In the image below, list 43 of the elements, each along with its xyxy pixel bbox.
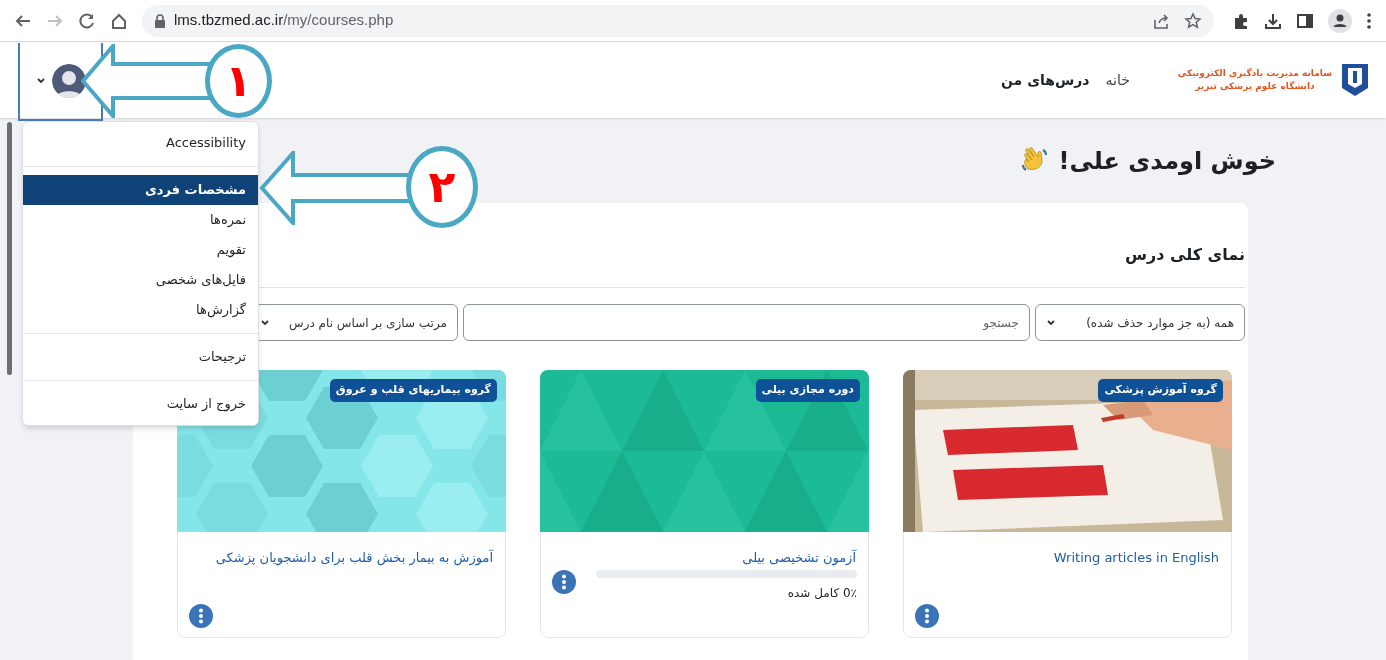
- menu-item[interactable]: نمره‌ها: [23, 205, 258, 235]
- menu-item[interactable]: مشخصات فردی: [23, 175, 258, 205]
- grouping-dropdown[interactable]: همه (به جز موارد حذف شده): [1035, 304, 1245, 341]
- nav-link[interactable]: درس‌های من: [1001, 69, 1090, 91]
- extensions-icon[interactable]: [1232, 11, 1250, 30]
- search-field[interactable]: جستجو: [463, 304, 1030, 341]
- course-title-link[interactable]: آزمون تشخیصی بیلی: [742, 548, 856, 568]
- reload-icon[interactable]: [78, 11, 96, 30]
- caret-icon: [35, 76, 46, 85]
- star-icon[interactable]: [1184, 11, 1202, 30]
- nav-link[interactable]: خانه: [1105, 69, 1130, 91]
- logo-text: دانشگاه علوم پزشکی تبریز: [1195, 82, 1315, 91]
- caret-icon: [1046, 318, 1056, 327]
- avatar-icon: [51, 63, 86, 98]
- menu-item[interactable]: خروج از سایت: [23, 389, 258, 419]
- lock-icon: [154, 13, 166, 28]
- download-icon[interactable]: [1264, 11, 1282, 30]
- address-bar-url[interactable]: lms.tbzmed.ac.ir/my/courses.php: [174, 9, 394, 32]
- course-title-link[interactable]: Writing articles in English: [1053, 548, 1219, 568]
- category-tag: دوره مجازی بیلی: [755, 379, 860, 402]
- more-options-icon[interactable]: [915, 604, 939, 628]
- category-tag: گروه آموزش پزشکی: [1098, 379, 1223, 402]
- menu-item[interactable]: Accessibility: [23, 128, 258, 158]
- share-icon[interactable]: [1152, 11, 1170, 30]
- welcome-heading: خوش اومدی علی!: [1058, 145, 1276, 177]
- section-heading: نمای کلی درس: [1124, 244, 1245, 266]
- caret-icon: [260, 318, 270, 327]
- home-icon[interactable]: [110, 11, 128, 30]
- menu-item[interactable]: تقویم: [23, 235, 258, 265]
- university-logo-icon: [1340, 62, 1370, 98]
- menu-item[interactable]: فایل‌های شخصی: [23, 265, 258, 295]
- side-panel-icon[interactable]: [1296, 11, 1314, 30]
- profile-icon[interactable]: [1328, 8, 1352, 33]
- logo-text: سامانه مدیریت یادگیری الکترونیکی: [1177, 69, 1332, 78]
- progress-label: 0٪ کامل شده: [787, 585, 857, 602]
- menu-item[interactable]: ترجیحات: [23, 342, 258, 372]
- step-number: ۲: [406, 146, 478, 228]
- course-title-link[interactable]: آموزش به بیمار بخش قلب برای دانشجویان پزشکی: [215, 548, 493, 568]
- more-options-icon[interactable]: [189, 604, 213, 628]
- scrollbar-thumb[interactable]: [7, 122, 12, 375]
- category-tag: گروه بیماریهای قلب و عروق: [329, 379, 497, 402]
- more-options-icon[interactable]: [552, 570, 576, 594]
- more-icon[interactable]: [1366, 11, 1372, 30]
